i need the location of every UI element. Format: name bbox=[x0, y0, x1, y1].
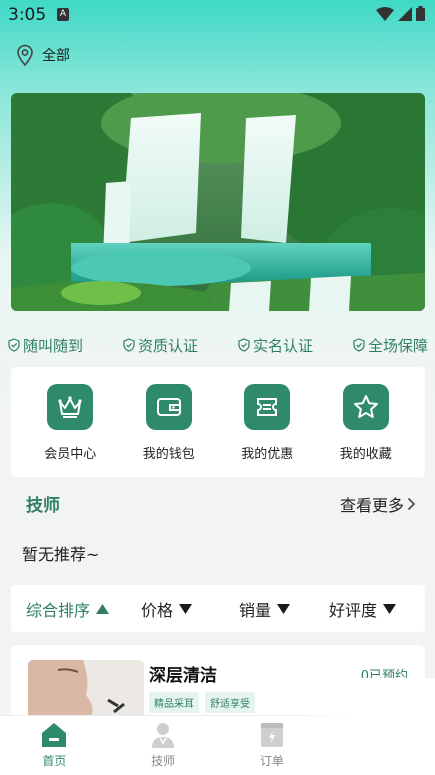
tab-technicians[interactable]: 技师 bbox=[109, 716, 217, 775]
shield-check-icon bbox=[238, 338, 250, 352]
section-title: 技师 bbox=[26, 496, 60, 516]
wifi-icon bbox=[376, 6, 394, 21]
guarantee-label: 随叫随到 bbox=[23, 336, 84, 355]
sort-rating[interactable]: 好评度 bbox=[329, 597, 397, 621]
star-icon bbox=[342, 384, 389, 430]
location-pin-icon bbox=[17, 44, 33, 66]
order-icon bbox=[260, 723, 283, 747]
guarantee-label: 全场保障 bbox=[367, 336, 428, 355]
home-icon bbox=[42, 723, 67, 747]
triangle-down-icon bbox=[179, 603, 193, 614]
triangle-up-icon bbox=[96, 603, 110, 614]
quick-link-label: 我的优惠 bbox=[241, 447, 294, 462]
sort-label: 综合排序 bbox=[26, 600, 91, 620]
guarantee-item: 全场保障 bbox=[353, 335, 428, 356]
crown-icon bbox=[47, 384, 94, 430]
view-more-link[interactable]: 查看更多 bbox=[340, 492, 416, 516]
view-more-label: 查看更多 bbox=[339, 495, 404, 515]
bottom-tab-bar: 首页 技师 订单 bbox=[0, 715, 435, 775]
technicians-header: 技师 查看更多 bbox=[26, 491, 416, 516]
guarantee-item: 随叫随到 bbox=[8, 335, 83, 356]
triangle-down-icon bbox=[383, 603, 397, 614]
quick-link-label: 会员中心 bbox=[44, 447, 97, 462]
signal-icon bbox=[398, 6, 412, 21]
tab-orders[interactable]: 订单 bbox=[218, 716, 326, 775]
chevron-right-icon bbox=[407, 497, 416, 510]
sort-comprehensive[interactable]: 综合排序 bbox=[26, 597, 141, 621]
sort-bar: 综合排序 价格 销量 好评度 bbox=[11, 585, 425, 632]
quick-links-card: 会员中心 我的钱包 我的优惠 我的收藏 bbox=[11, 367, 425, 477]
quick-link-favorites[interactable]: 我的收藏 bbox=[321, 367, 411, 477]
shield-check-icon bbox=[8, 338, 20, 352]
guarantee-label: 实名认证 bbox=[252, 336, 313, 355]
coupon-icon bbox=[244, 384, 291, 430]
empty-recommendation: 暂无推荐~ bbox=[22, 545, 100, 564]
booking-count: 0已预约 bbox=[360, 669, 408, 684]
system-icons bbox=[376, 6, 425, 21]
quick-link-label: 我的钱包 bbox=[142, 447, 195, 462]
tab-home[interactable]: 首页 bbox=[0, 716, 108, 775]
notification-badge: A bbox=[57, 8, 69, 21]
banner-image[interactable] bbox=[11, 93, 425, 311]
sort-sales[interactable]: 销量 bbox=[239, 597, 329, 621]
status-bar: 3:05 A bbox=[0, 0, 435, 30]
quick-link-label: 我的收藏 bbox=[339, 447, 392, 462]
guarantee-row: 随叫随到 资质认证 实名认证 全场保障 bbox=[8, 334, 428, 356]
quick-link-coupons[interactable]: 我的优惠 bbox=[222, 367, 312, 477]
quick-link-member-center[interactable]: 会员中心 bbox=[25, 367, 115, 477]
shield-check-icon bbox=[123, 338, 135, 352]
tab-label: 订单 bbox=[259, 754, 284, 768]
triangle-down-icon bbox=[277, 603, 291, 614]
location-selector[interactable]: 全部 bbox=[16, 44, 70, 66]
service-tag: 舒适享受 bbox=[205, 692, 255, 713]
tab-label: 首页 bbox=[42, 754, 67, 768]
quick-link-wallet[interactable]: 我的钱包 bbox=[124, 367, 214, 477]
service-tag: 精品采耳 bbox=[149, 692, 199, 713]
sort-label: 销量 bbox=[239, 600, 272, 620]
sort-label: 好评度 bbox=[329, 600, 378, 620]
status-time: 3:05 bbox=[8, 5, 47, 25]
guarantee-label: 资质认证 bbox=[137, 336, 198, 355]
sort-label: 价格 bbox=[141, 600, 174, 620]
location-label: 全部 bbox=[42, 48, 70, 64]
tab-label: 技师 bbox=[151, 754, 176, 768]
shield-check-icon bbox=[353, 338, 365, 352]
service-tags: 精品采耳 舒适享受 bbox=[149, 692, 255, 713]
guarantee-item: 资质认证 bbox=[123, 335, 198, 356]
battery-icon bbox=[416, 6, 425, 21]
service-title: 深层清洁 bbox=[149, 666, 217, 686]
guarantee-item: 实名认证 bbox=[238, 335, 313, 356]
sort-price[interactable]: 价格 bbox=[141, 597, 239, 621]
technician-icon bbox=[152, 723, 175, 748]
wallet-icon bbox=[145, 384, 192, 430]
tab-placeholder bbox=[327, 716, 435, 775]
